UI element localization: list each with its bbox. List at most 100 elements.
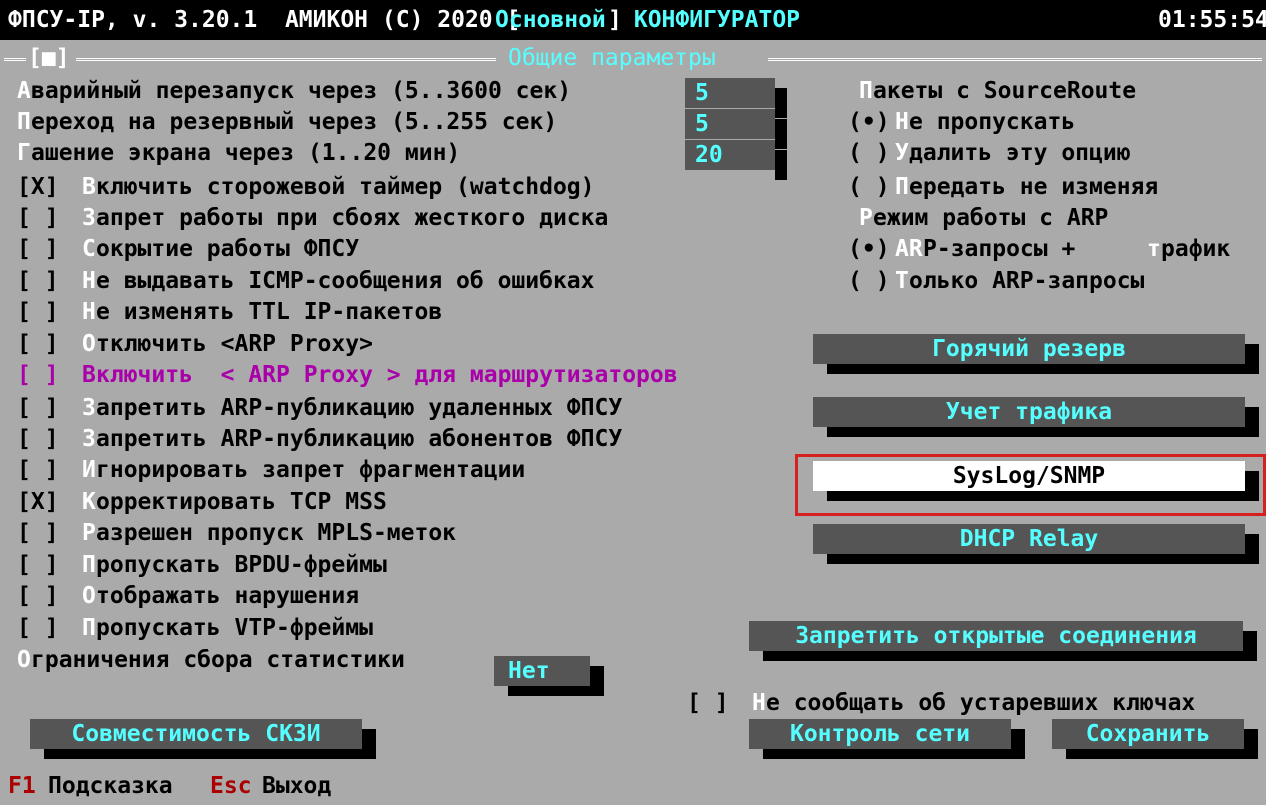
button-shadow (827, 427, 1259, 437)
checkbox-box[interactable]: [ ] (17, 455, 59, 485)
param-failover-hotkey: П (17, 109, 31, 135)
checkbox-label: апретить ARP-публикацию абонентов ФПСУ (96, 426, 623, 452)
radio-label: ередать не изменяя (909, 174, 1159, 200)
field-shadow (775, 119, 787, 149)
param-screensaver-hotkey: Г (17, 140, 31, 166)
save-button[interactable]: Сохранить (1052, 719, 1244, 749)
radio-hotkey-2: т (1147, 236, 1161, 262)
stats-limit-hotkey: О (17, 647, 31, 673)
checkbox-box[interactable]: [ ] (687, 688, 729, 718)
radio-label: P-запросы + (923, 236, 1090, 262)
checkbox-box[interactable]: [ ] (17, 550, 59, 580)
checkbox-box[interactable]: [X] (17, 487, 59, 517)
checkbox-box[interactable]: [ ] (17, 424, 59, 454)
stats-limit-label: граничения сбора статистики (31, 647, 405, 673)
checkbox-label: орректировать TCP MSS (96, 489, 387, 515)
checkbox-hotkey: И (82, 457, 96, 483)
checkbox-hotkey: К (82, 489, 96, 515)
radio-label: е пропускать (909, 109, 1076, 135)
title-prefix: ФПСУ-IP, v. 3.20.1 АМИКОН (C) 2020 [ (8, 7, 521, 33)
checkbox-hotkey: Р (82, 520, 96, 546)
radio-hotkey: Т (895, 268, 909, 294)
f1-label: Подсказка (48, 773, 173, 799)
clock: 01:55:54 (1158, 7, 1266, 33)
radio-label: далить эту опцию (909, 140, 1131, 166)
checkbox-box[interactable]: [X] (17, 172, 59, 202)
button-shadow (44, 749, 376, 759)
radio-label: олько ARP-запросы (909, 268, 1145, 294)
radio-hotkey: П (895, 174, 909, 200)
radio-mark[interactable]: (•) (848, 234, 890, 264)
traffic-accounting-button[interactable]: Учет трафика (813, 397, 1245, 427)
checkbox-label: гнорировать запрет фрагментации (96, 457, 526, 483)
radio-mark[interactable]: ( ) (848, 266, 890, 296)
checkbox-box[interactable]: [ ] (17, 234, 59, 264)
checkbox-label: окрытие работы ФПСУ (96, 236, 360, 262)
button-shadow (827, 554, 1259, 564)
checkbox-label: ключить сторожевой таймер (watchdog) (96, 174, 595, 200)
failover-seconds-input[interactable]: 5 (685, 109, 775, 139)
esc-key[interactable]: Esc (210, 771, 252, 801)
checkbox-box[interactable]: [ ] (17, 297, 59, 327)
title-app: КОНФИГУРАТОР (620, 7, 801, 33)
window-close-marker[interactable]: [■] (28, 43, 70, 73)
checkbox-label: е сообщать об устаревших ключах (766, 690, 1196, 716)
checkbox-label: ключить < ARP Proxy > для маршрутизаторо… (96, 362, 678, 388)
checkbox-box[interactable]: [ ] (17, 329, 59, 359)
hot-reserve-button[interactable]: Горячий резерв (813, 334, 1245, 364)
radio-label-2: рафик (1161, 236, 1231, 262)
param-screensaver-label: ашение экрана через (1..20 мин) (31, 140, 461, 166)
checkbox-label: ропускать BPDU-фреймы (96, 552, 387, 578)
checkbox-hotkey: О (82, 331, 96, 357)
checkbox-box[interactable]: [ ] (17, 360, 59, 390)
param-restart-label: варийный перезапуск через (5..3600 сек) (31, 78, 572, 104)
checkbox-hotkey: О (82, 583, 96, 609)
panel-title: Общие параметры (508, 45, 716, 71)
checkbox-hotkey: В (82, 362, 96, 388)
checkbox-box[interactable]: [ ] (17, 393, 59, 423)
radio-hotkey: У (895, 140, 909, 166)
status-bar: F1 Подсказка Esc Выход (0, 765, 1266, 805)
dhcp-relay-button[interactable]: DHCP Relay (813, 524, 1245, 554)
button-shadow (827, 364, 1259, 374)
checkbox-hotkey: Н (82, 299, 96, 325)
arp-mode-hotkey: Р (859, 205, 873, 231)
checkbox-hotkey: Н (752, 690, 766, 716)
checkbox-box[interactable]: [ ] (17, 581, 59, 611)
checkbox-box[interactable]: [ ] (17, 518, 59, 548)
radio-mark[interactable]: ( ) (848, 172, 890, 202)
radio-hotkey: AR (895, 236, 923, 262)
screensaver-minutes-input[interactable]: 20 (685, 140, 775, 170)
field-shadow (775, 88, 787, 118)
radio-mark[interactable]: (•) (848, 107, 890, 137)
button-shadow (763, 651, 1257, 661)
checkbox-label: тображать нарушения (96, 583, 360, 609)
network-control-button[interactable]: Контроль сети (749, 719, 1011, 749)
checkbox-hotkey: З (82, 395, 96, 421)
radio-hotkey: Н (895, 109, 909, 135)
checkbox-hotkey: П (82, 552, 96, 578)
checkbox-hotkey: В (82, 174, 96, 200)
skzi-compat-button[interactable]: Совместимость СКЗИ (30, 719, 362, 749)
checkbox-label: апрет работы при сбоях жесткого диска (96, 205, 609, 231)
frame-line-right (768, 58, 1262, 61)
deny-open-connections-button[interactable]: Запретить открытые соединения (749, 621, 1243, 651)
stats-limit-select[interactable]: Нет (494, 656, 590, 686)
checkbox-hotkey: П (82, 615, 96, 641)
f1-key[interactable]: F1 (8, 771, 36, 801)
field-shadow (775, 150, 787, 180)
radio-mark[interactable]: ( ) (848, 138, 890, 168)
restart-seconds-input[interactable]: 5 (685, 78, 775, 108)
selection-highlight (795, 454, 1266, 516)
param-restart-hotkey: А (17, 78, 31, 104)
configurator-screen: ФПСУ-IP, v. 3.20.1 АМИКОН (C) 2020 [ Осн… (0, 0, 1266, 805)
checkbox-hotkey: З (82, 426, 96, 452)
checkbox-box[interactable]: [ ] (17, 203, 59, 233)
checkbox-box[interactable]: [ ] (17, 613, 59, 643)
checkbox-hotkey: З (82, 205, 96, 231)
arp-mode-title: ежим работы с ARP (873, 205, 1109, 231)
frame-line-left (4, 58, 26, 61)
checkbox-label: е выдавать ICMP-сообщения об ошибках (96, 268, 595, 294)
checkbox-label: е изменять TTL IP-пакетов (96, 299, 443, 325)
checkbox-box[interactable]: [ ] (17, 266, 59, 296)
